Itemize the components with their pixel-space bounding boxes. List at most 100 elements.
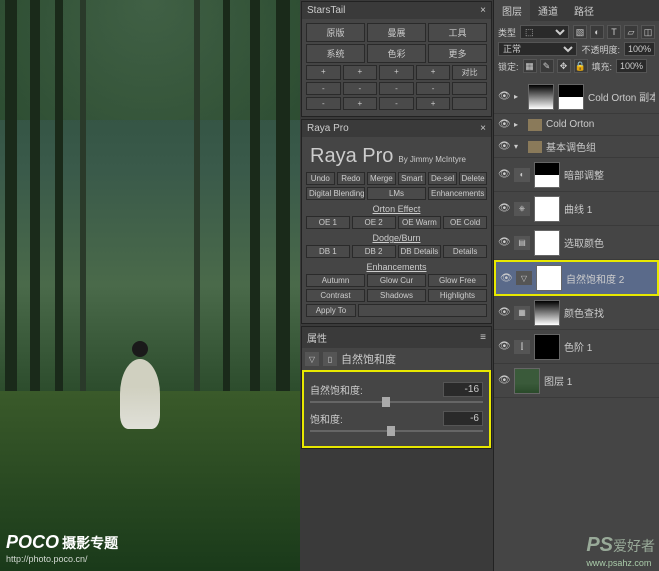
autumn-button[interactable]: Autumn [306,274,365,287]
selcolor-icon: ▤ [514,236,530,250]
mask-thumb[interactable] [534,162,560,188]
layer-group[interactable]: 👁 ▾ 基本调色组 [494,136,659,158]
highlights-button[interactable]: Highlights [428,289,487,302]
st-btn[interactable]: 更多 [428,44,487,63]
oe2-button[interactable]: OE 2 [352,216,396,229]
mask-thumb[interactable] [534,300,560,326]
filter-smart-icon[interactable]: ◫ [641,25,655,39]
glowfree-button[interactable]: Glow Free [428,274,487,287]
filter-pixel-icon[interactable]: ▧ [573,25,587,39]
layer-row[interactable]: 👁 ▤ 选取颜色 [494,226,659,260]
mask-icon: ▯ [323,352,337,366]
mask-thumb[interactable] [534,196,560,222]
visibility-icon[interactable]: 👁 [498,169,510,180]
mask-thumb[interactable] [558,84,584,110]
layer-group[interactable]: 👁 ▸ Cold Orton [494,114,659,136]
visibility-icon[interactable]: 👁 [498,203,510,214]
applyto-button[interactable]: Apply To [306,304,356,317]
mask-thumb[interactable] [534,334,560,360]
oe1-button[interactable]: OE 1 [306,216,350,229]
tab-channels[interactable]: 通道 [530,0,566,21]
starstail-title: StarsTail [307,5,345,16]
curves-icon: ⎈ [514,202,530,216]
visibility-icon[interactable]: 👁 [498,341,510,352]
layer-row-selected[interactable]: 👁 ▽ 自然饱和度 2 [494,260,659,296]
lock-all-icon[interactable]: 🔒 [574,59,588,73]
filter-adj-icon[interactable]: ◐ [590,25,604,39]
dbdetails-button[interactable]: DB Details [398,245,442,258]
visibility-icon[interactable]: 👁 [498,91,510,102]
lock-pixels-icon[interactable]: ✎ [540,59,554,73]
rayapro-title: Raya Pro By Jimmy McIntyre [306,141,487,172]
prop-title: 自然饱和度 [341,351,396,367]
undo-button[interactable]: Undo [306,172,335,185]
lock-transparent-icon[interactable]: ▦ [523,59,537,73]
dodge-label: Dodge/Burn [306,231,487,245]
layer-row[interactable]: 👁 ▸ Cold Orton 副本 [494,80,659,114]
visibility-icon[interactable]: 👁 [500,273,512,284]
visibility-icon[interactable]: 👁 [498,375,510,386]
db1-button[interactable]: DB 1 [306,245,350,258]
adj-icon: ◐ [514,168,530,182]
details-button[interactable]: Details [443,245,487,258]
delete-button[interactable]: Delete [459,172,488,185]
contrast-button[interactable]: Contrast [306,289,365,302]
layer-row[interactable]: 👁 ▦ 颜色查找 [494,296,659,330]
shadows-button[interactable]: Shadows [367,289,426,302]
colorlookup-icon: ▦ [514,306,530,320]
vibrance-label: 自然饱和度: [310,382,363,397]
watermark-ps: PS爱好者 www.psahz.com [586,534,655,569]
close-icon[interactable]: × [480,5,486,16]
oewarm-button[interactable]: OE Warm [398,216,442,229]
mask-thumb[interactable] [536,265,562,291]
digital-blending-button[interactable]: Digital Blending [306,187,365,200]
visibility-icon[interactable]: 👁 [498,307,510,318]
panel-menu-icon[interactable]: ≡ [480,332,486,343]
rayapro-panel: Raya Pro × Raya Pro By Jimmy McIntyre Un… [301,119,492,324]
layer-list: 👁 ▸ Cold Orton 副本 👁 ▸ Cold Orton 👁 ▾ 基本调… [494,80,659,571]
levels-icon: ⫿ [514,340,530,354]
filter-kind-select[interactable]: ⬚ [520,25,569,39]
layer-thumb[interactable] [514,368,540,394]
saturation-slider[interactable] [310,430,483,432]
st-btn[interactable]: 曼展 [367,23,426,42]
watermark-poco: POCO 摄影专题 http://photo.poco.cn/ [6,532,118,565]
desel-button[interactable]: De-sel [428,172,457,185]
enhancements-button[interactable]: Enhancements [428,187,487,200]
st-btn[interactable]: 工具 [428,23,487,42]
properties-tab[interactable]: 属性 [307,330,327,345]
layer-row[interactable]: 👁 图层 1 [494,364,659,398]
db2-button[interactable]: DB 2 [352,245,396,258]
st-btn[interactable]: 系统 [306,44,365,63]
filter-type-icon[interactable]: T [607,25,621,39]
glowcur-button[interactable]: Glow Cur [367,274,426,287]
redo-button[interactable]: Redo [337,172,366,185]
opacity-value[interactable]: 100% [624,42,655,56]
lms-button[interactable]: LMs [367,187,426,200]
smart-button[interactable]: Smart [398,172,427,185]
lock-position-icon[interactable]: ✥ [557,59,571,73]
visibility-icon[interactable]: 👁 [498,141,510,152]
saturation-value[interactable]: -6 [443,411,483,426]
st-btn[interactable]: 原版 [306,23,365,42]
layers-panel: 图层 通道 路径 类型 ⬚ ▧ ◐ T ▱ ◫ 正常 不透明度: 100% [493,0,659,571]
vibrance-value[interactable]: -16 [443,382,483,397]
filter-shape-icon[interactable]: ▱ [624,25,638,39]
blend-mode-select[interactable]: 正常 [498,42,577,56]
oecold-button[interactable]: OE Cold [443,216,487,229]
fill-value[interactable]: 100% [616,59,647,73]
layer-row[interactable]: 👁 ⎈ 曲线 1 [494,192,659,226]
mask-thumb[interactable] [534,230,560,256]
tab-paths[interactable]: 路径 [566,0,602,21]
visibility-icon[interactable]: 👁 [498,119,510,130]
enh-label: Enhancements [306,260,487,274]
st-btn[interactable]: 色彩 [367,44,426,63]
layer-row[interactable]: 👁 ⫿ 色阶 1 [494,330,659,364]
merge-button[interactable]: Merge [367,172,396,185]
vibrance-slider[interactable] [310,401,483,403]
close-icon[interactable]: × [480,123,486,134]
visibility-icon[interactable]: 👁 [498,237,510,248]
layer-thumb[interactable] [528,84,554,110]
layer-row[interactable]: 👁 ◐ 暗部调整 [494,158,659,192]
tab-layers[interactable]: 图层 [494,0,530,21]
